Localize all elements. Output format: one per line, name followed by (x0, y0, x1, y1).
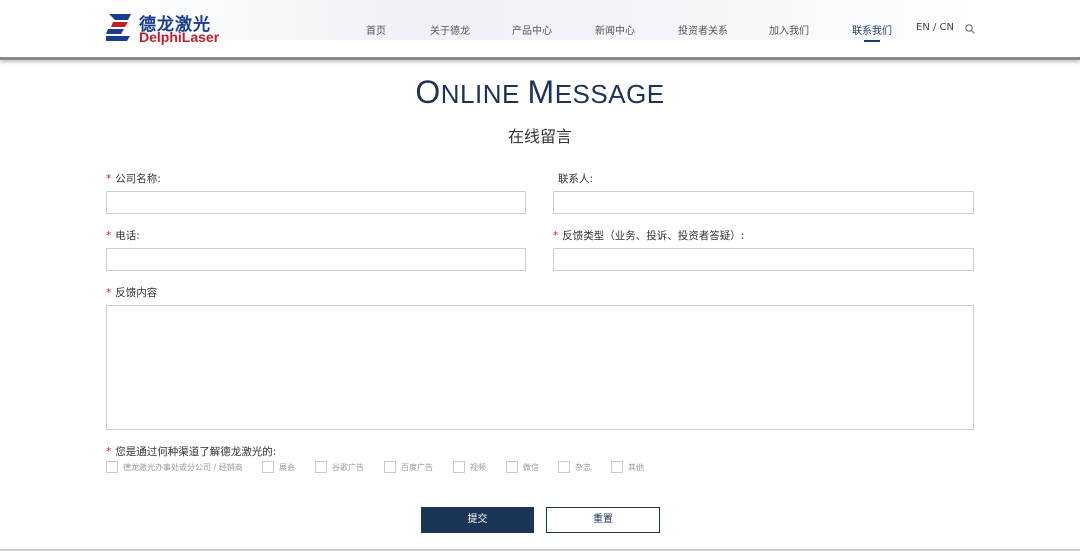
checkbox[interactable] (506, 461, 518, 473)
checkbox[interactable] (453, 461, 465, 473)
nav-item-investors[interactable]: 投资者关系 (678, 22, 728, 37)
submit-button[interactable]: 提交 (421, 507, 534, 533)
logo-mark-icon (106, 14, 131, 41)
nav-item-contact[interactable]: 联系我们 (852, 22, 892, 42)
nav-item-about[interactable]: 关于德龙 (430, 22, 470, 37)
nav-item-news[interactable]: 新闻中心 (595, 22, 635, 37)
checkbox[interactable] (611, 461, 623, 473)
feedback-type-label: * 反馈类型（业务、投诉、投资者答疑）: (553, 230, 745, 242)
site-header: 德龙激光 DelphiLaser 首页 关于德龙 产品中心 新闻中心 投资者关系… (0, 0, 1080, 60)
phone-input[interactable] (106, 248, 526, 271)
feedback-content-label: * 反馈内容 (106, 287, 158, 299)
required-mark: * (106, 230, 112, 242)
required-mark: * (106, 446, 112, 458)
company-name-label: * 公司名称: (106, 173, 161, 185)
search-icon[interactable] (965, 24, 975, 34)
page-title-en: ONLINE MESSAGE (415, 74, 665, 110)
company-name-input[interactable] (106, 191, 526, 214)
logo-name-en: DelphiLaser (139, 29, 220, 45)
checkbox[interactable] (384, 461, 396, 473)
checkbox[interactable] (262, 461, 274, 473)
phone-label: * 电话: (106, 230, 140, 242)
nav-item-careers[interactable]: 加入我们 (769, 22, 809, 37)
logo[interactable]: 德龙激光 DelphiLaser (106, 9, 226, 45)
required-mark: * (553, 230, 559, 242)
required-mark: * (106, 287, 112, 299)
required-mark: * (106, 173, 112, 185)
reset-button[interactable]: 重置 (546, 507, 660, 533)
feedback-content-textarea[interactable] (106, 305, 974, 430)
nav-item-products[interactable]: 产品中心 (512, 22, 552, 37)
language-switcher[interactable]: EN / CN (916, 22, 954, 33)
channel-label: * 您是通过何种渠道了解德龙激光的: (106, 446, 277, 458)
contact-person-input[interactable] (553, 191, 974, 214)
checkbox[interactable] (106, 461, 118, 473)
contact-person-label: 联系人: (558, 173, 594, 185)
feedback-type-input[interactable] (553, 248, 974, 271)
nav-item-home[interactable]: 首页 (366, 22, 386, 37)
page-title-cn: 在线留言 (507, 127, 572, 146)
checkbox[interactable] (558, 461, 570, 473)
checkbox[interactable] (315, 461, 327, 473)
